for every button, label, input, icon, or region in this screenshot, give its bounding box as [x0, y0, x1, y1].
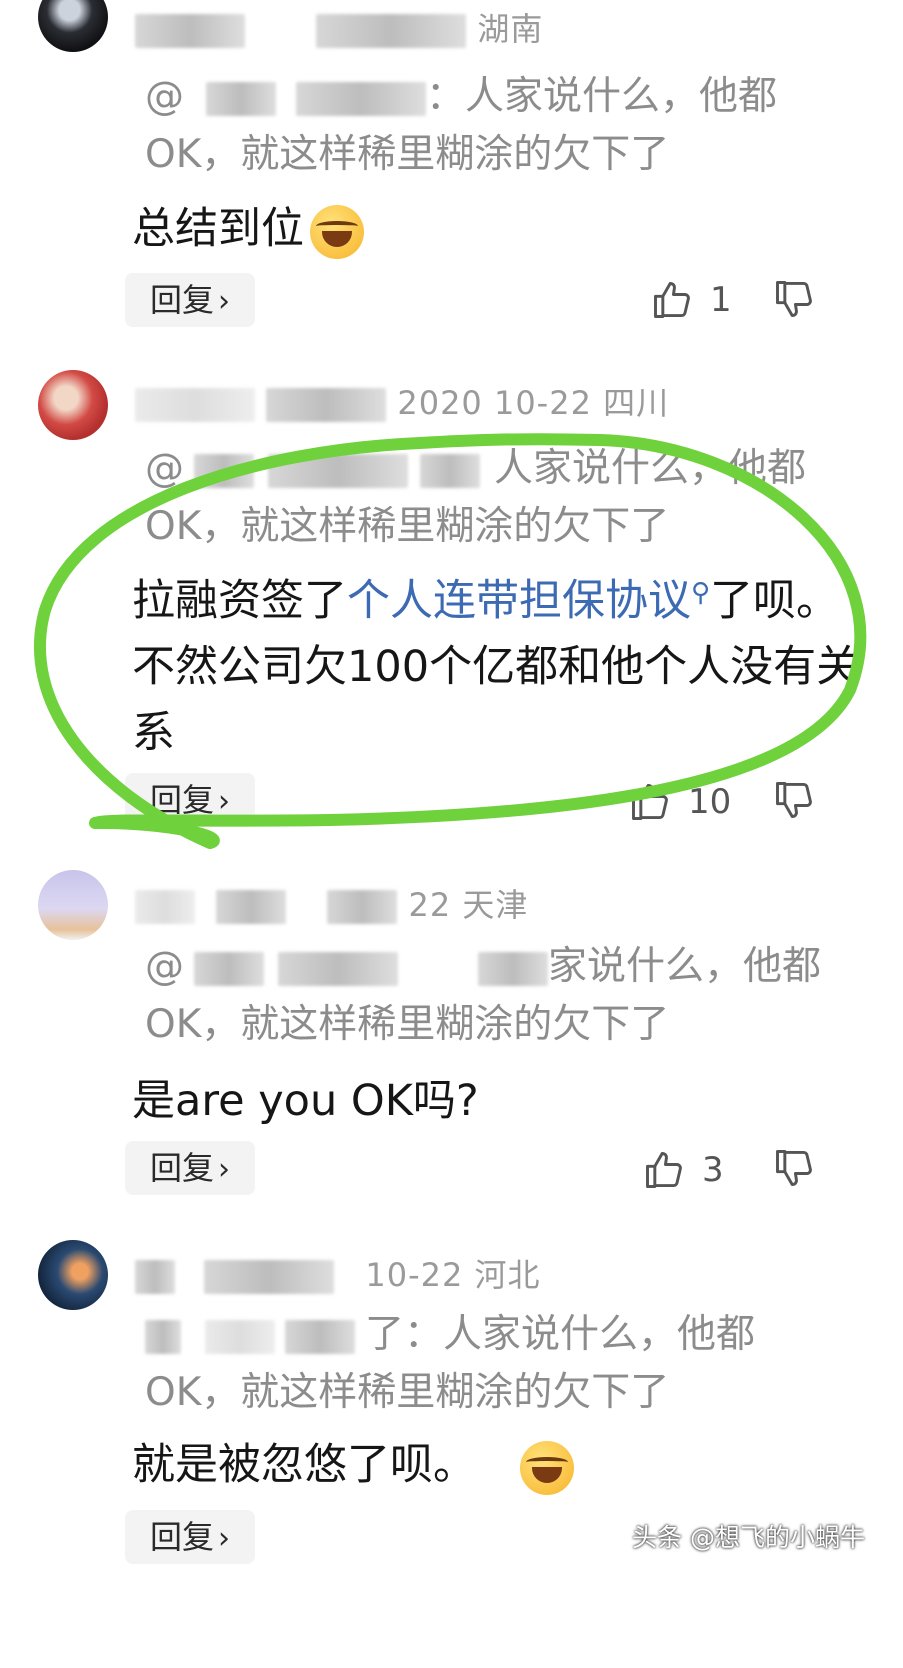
avatar[interactable] [38, 0, 108, 52]
thumbs-down-icon [776, 782, 812, 818]
laughing-face-icon [310, 204, 364, 259]
reply-button[interactable]: 回复 › [125, 1510, 255, 1564]
avatar[interactable] [38, 370, 108, 440]
quoted-comment: @ 人家说什么，他都 OK，就这样稀里糊涂的欠下了 [145, 446, 807, 549]
chevron-right-icon: › [218, 1521, 230, 1556]
comment-text: 总结到位 [132, 196, 872, 262]
search-link[interactable]: 个人连带担保协议 [347, 576, 691, 626]
thumbs-up-icon [654, 282, 690, 318]
search-icon[interactable]: ⚲ [691, 578, 710, 608]
comment-text: 就是被忽悠了呗。 [132, 1432, 872, 1498]
thumbs-up-icon [646, 1152, 682, 1188]
quoted-comment: 了：人家说什么，他都 OK，就这样稀里糊涂的欠下了 [145, 1312, 756, 1415]
avatar[interactable] [38, 1240, 108, 1310]
like-button[interactable]: 1 [650, 270, 770, 330]
chevron-right-icon: › [218, 284, 230, 319]
thumbs-up-icon [632, 784, 668, 820]
reply-button[interactable]: 回复 › [125, 1141, 255, 1195]
comment-meta: 湖南 [135, 4, 543, 50]
watermark: 头条 @想飞的小蜗牛 [632, 1523, 865, 1552]
comment-text: 拉融资签了个人连带担保协议⚲了呗。不然公司欠100个亿都和他个人没有关系 [132, 576, 860, 758]
reply-button[interactable]: 回复 › [125, 773, 255, 827]
like-button[interactable]: 10 [628, 772, 748, 832]
dislike-button[interactable] [772, 778, 822, 828]
comment-meta: 2020 10-22 四川 [135, 378, 669, 424]
dislike-button[interactable] [772, 1146, 822, 1196]
dislike-button[interactable] [772, 277, 822, 327]
comment-text: 是are you OK吗? [132, 1076, 479, 1126]
chevron-right-icon: › [218, 784, 230, 819]
comment-meta: 22 天津 [135, 880, 528, 926]
thumbs-down-icon [776, 1150, 812, 1186]
quoted-comment: @ ：人家说什么，他都 OK，就这样稀里糊涂的欠下了 [145, 74, 778, 177]
quoted-comment: @ 家说什么，他都 OK，就这样稀里糊涂的欠下了 [145, 944, 822, 1047]
like-button[interactable]: 3 [642, 1140, 762, 1200]
reply-button[interactable]: 回复 › [125, 273, 255, 327]
comment-meta: 10-22 河北 [135, 1250, 541, 1296]
thumbs-down-icon [776, 281, 812, 317]
laughing-crying-icon [520, 1440, 574, 1495]
chevron-right-icon: › [218, 1152, 230, 1187]
avatar[interactable] [38, 870, 108, 940]
